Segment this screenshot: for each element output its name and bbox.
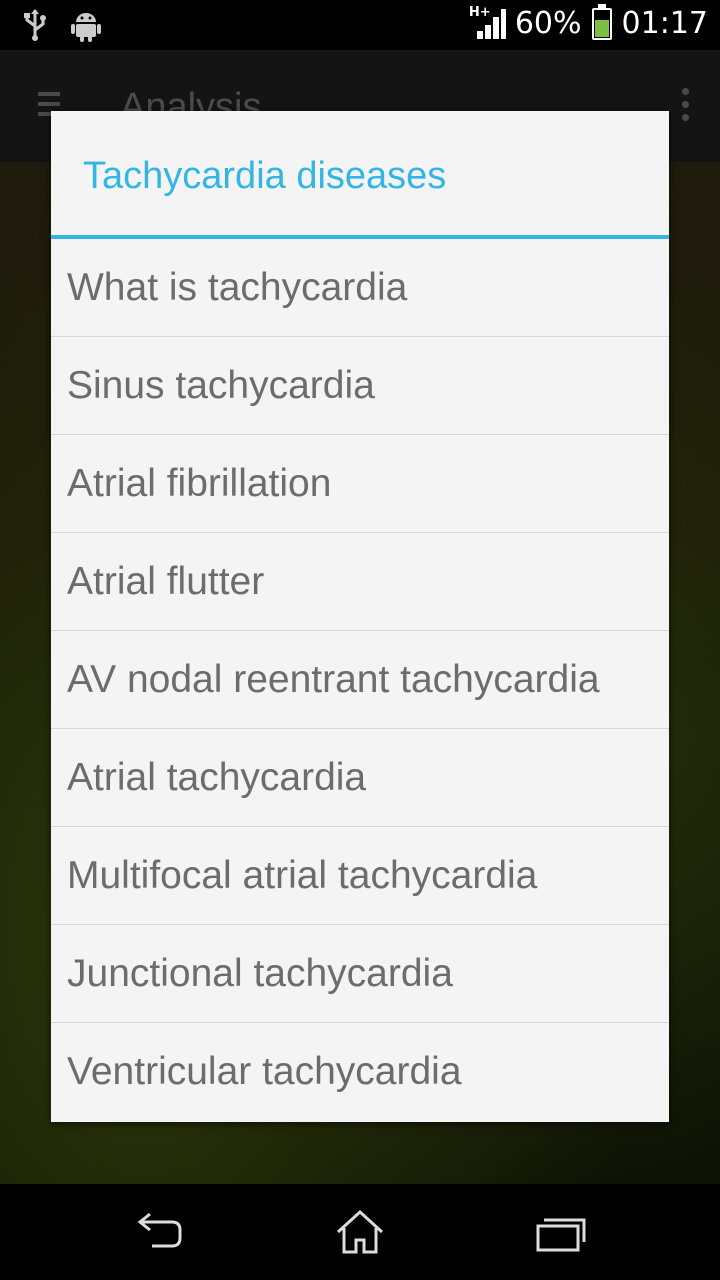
- android-icon: [70, 8, 102, 47]
- back-icon[interactable]: [130, 1208, 190, 1256]
- home-icon[interactable]: [330, 1208, 390, 1256]
- list-item[interactable]: Atrial fibrillation: [51, 435, 669, 533]
- list-item[interactable]: Sinus tachycardia: [51, 337, 669, 435]
- list-item[interactable]: Multifocal atrial tachycardia: [51, 827, 669, 925]
- battery-percent: 60%: [514, 6, 582, 41]
- clock: 01:17: [621, 6, 708, 41]
- list-item[interactable]: AV nodal reentrant tachycardia: [51, 631, 669, 729]
- recent-apps-icon[interactable]: [530, 1208, 590, 1256]
- list-item[interactable]: What is tachycardia: [51, 239, 669, 337]
- list-item[interactable]: Atrial tachycardia: [51, 729, 669, 827]
- disease-dialog: Tachycardia diseases What is tachycardia…: [51, 111, 669, 1122]
- dialog-title: Tachycardia diseases: [51, 111, 669, 239]
- network-type: H+: [468, 4, 491, 20]
- list-item[interactable]: Junctional tachycardia: [51, 925, 669, 1023]
- usb-icon: [22, 8, 48, 47]
- navigation-bar: [0, 1184, 720, 1280]
- list-item[interactable]: Atrial flutter: [51, 533, 669, 631]
- status-bar: H+ 60% 01:17: [0, 0, 720, 50]
- signal-icon: H+: [468, 4, 506, 41]
- disease-list: What is tachycardia Sinus tachycardia At…: [51, 239, 669, 1120]
- list-item[interactable]: Ventricular tachycardia: [51, 1023, 669, 1120]
- battery-icon: [591, 3, 612, 40]
